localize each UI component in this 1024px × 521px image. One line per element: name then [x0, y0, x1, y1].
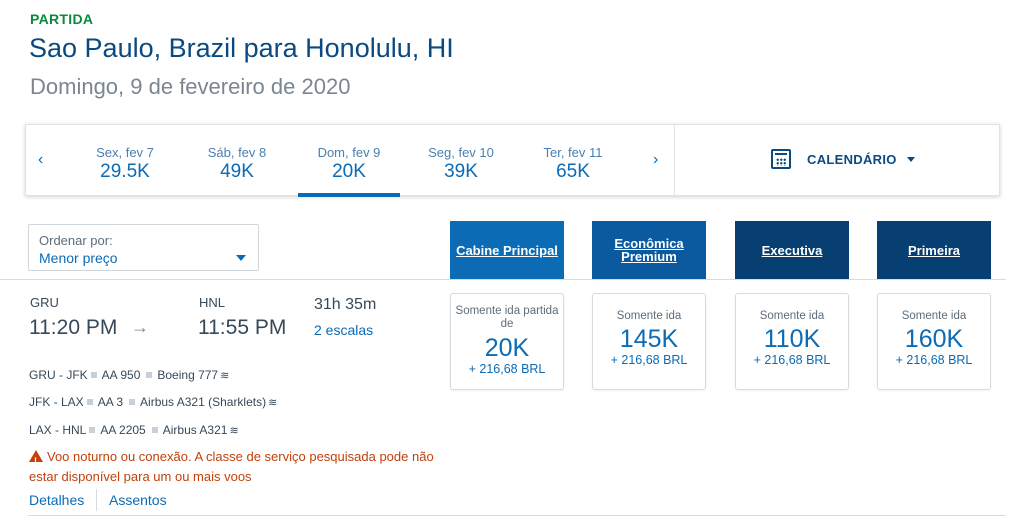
section-label: PARTIDA [30, 11, 94, 27]
segment-route: JFK - LAX [29, 395, 84, 409]
fare-fee: + 216,68 BRL [468, 362, 546, 376]
segment-route: LAX - HNL [29, 423, 87, 437]
date-option-label: Ter, fev 11 [543, 145, 603, 160]
wifi-icon: ≋ [229, 425, 239, 437]
warning-icon [29, 450, 43, 471]
divider [0, 279, 1006, 280]
fare-fee: + 216,68 BRL [753, 353, 831, 367]
date-option-fev-7[interactable]: Sex, fev 7 29.5K [74, 125, 176, 197]
fare-fee: + 216,68 BRL [610, 353, 688, 367]
wifi-icon: ≋ [268, 397, 278, 409]
arrow-right-icon: → [131, 317, 149, 337]
segment-flight: AA 2205 [100, 423, 146, 437]
wifi-icon: ≋ [220, 370, 230, 382]
segment-aircraft: Boeing 777 [157, 368, 219, 382]
cabin-tab-executiva[interactable]: Executiva [735, 221, 849, 279]
cabin-tab-premium[interactable]: Econômica Premium [592, 221, 706, 279]
date-option-price: 39K [444, 161, 478, 182]
segment-flight: AA 950 [101, 368, 141, 382]
calendar-label: CALENDÁRIO [807, 151, 897, 167]
segment-row: JFK - LAX AA 3 Airbus A321 (Sharklets) ≋ [29, 395, 277, 409]
fare-miles: 110K [763, 325, 821, 353]
fare-card-principal[interactable]: Somente ida partida de 20K + 216,68 BRL [450, 293, 564, 390]
date-option-fev-8[interactable]: Sáb, fev 8 49K [186, 125, 288, 197]
destination-time: 11:55 PM [198, 316, 287, 339]
fare-fee: + 216,68 BRL [895, 353, 973, 367]
destination-code: HNL [199, 295, 226, 310]
date-selector-bar: ‹ Sex, fev 7 29.5K Sáb, fev 8 49K Dom, f… [25, 124, 1000, 197]
origin-code: GRU [30, 295, 59, 310]
sort-dropdown[interactable]: Ordenar por: Menor preço [28, 224, 259, 271]
segment-row: GRU - JFK AA 950 Boeing 777 ≋ [29, 368, 229, 382]
sort-value: Menor preço [39, 250, 118, 266]
divider [28, 515, 1006, 516]
page-title: Sao Paulo, Brazil para Honolulu, HI [29, 33, 454, 63]
segment-route: GRU - JFK [29, 368, 88, 382]
date-option-fev-9-selected[interactable]: Dom, fev 9 20K [298, 125, 400, 197]
divider [96, 489, 97, 511]
overnight-warning: Voo noturno ou conexão. A classe de serv… [29, 447, 449, 487]
date-option-fev-11[interactable]: Ter, fev 11 65K [522, 125, 624, 197]
fare-miles: 160K [904, 325, 964, 353]
fare-note: Somente ida [901, 310, 967, 322]
stops-link[interactable]: 2 escalas [314, 322, 373, 338]
fare-miles: 20K [484, 334, 530, 362]
flight-duration: 31h 35m [314, 296, 377, 313]
date-option-label: Seg, fev 10 [428, 145, 494, 160]
fare-miles: 145K [619, 325, 679, 353]
fare-note: de [500, 318, 514, 330]
origin-time: 11:20 PM [29, 316, 118, 339]
caret-down-icon [906, 156, 915, 162]
fare-card-primeira[interactable]: Somente ida 160K + 216,68 BRL [877, 293, 991, 390]
date-option-price: 65K [556, 161, 590, 182]
chevron-right-icon[interactable]: › [653, 151, 658, 169]
date-option-price: 49K [220, 161, 254, 182]
chevron-left-icon[interactable]: ‹ [38, 151, 43, 169]
date-option-price: 29.5K [100, 161, 150, 182]
segment-flight: AA 3 [97, 395, 124, 409]
date-option-label: Sáb, fev 8 [207, 145, 267, 160]
details-link[interactable]: Detalhes [29, 492, 84, 508]
date-option-price: 20K [332, 161, 366, 182]
fare-card-executiva[interactable]: Somente ida 110K + 216,68 BRL [735, 293, 849, 390]
segment-aircraft: Airbus A321 [162, 423, 228, 437]
divider [674, 125, 675, 197]
sort-label: Ordenar por: [39, 233, 113, 248]
calendar-icon [771, 149, 791, 169]
segment-row: LAX - HNL AA 2205 Airbus A321 ≋ [29, 423, 239, 437]
fare-card-premium[interactable]: Somente ida 145K + 216,68 BRL [592, 293, 706, 390]
date-option-label: Dom, fev 9 [317, 145, 381, 160]
seats-link[interactable]: Assentos [109, 492, 167, 508]
fare-note: Somente ida [759, 310, 825, 322]
date-option-label: Sex, fev 7 [96, 145, 154, 160]
calendar-button[interactable]: CALENDÁRIO [771, 149, 915, 169]
segment-aircraft: Airbus A321 (Sharklets) [140, 395, 267, 409]
cabin-tab-principal[interactable]: Cabine Principal [450, 221, 564, 279]
fare-note: Somente ida [616, 310, 682, 322]
fare-note: Somente ida partida [455, 305, 559, 317]
warning-text: Voo noturno ou conexão. A classe de serv… [29, 449, 434, 484]
date-option-fev-10[interactable]: Seg, fev 10 39K [410, 125, 512, 197]
cabin-tab-primeira[interactable]: Primeira [877, 221, 991, 279]
travel-date: Domingo, 9 de fevereiro de 2020 [30, 74, 351, 99]
caret-down-icon [236, 255, 246, 261]
